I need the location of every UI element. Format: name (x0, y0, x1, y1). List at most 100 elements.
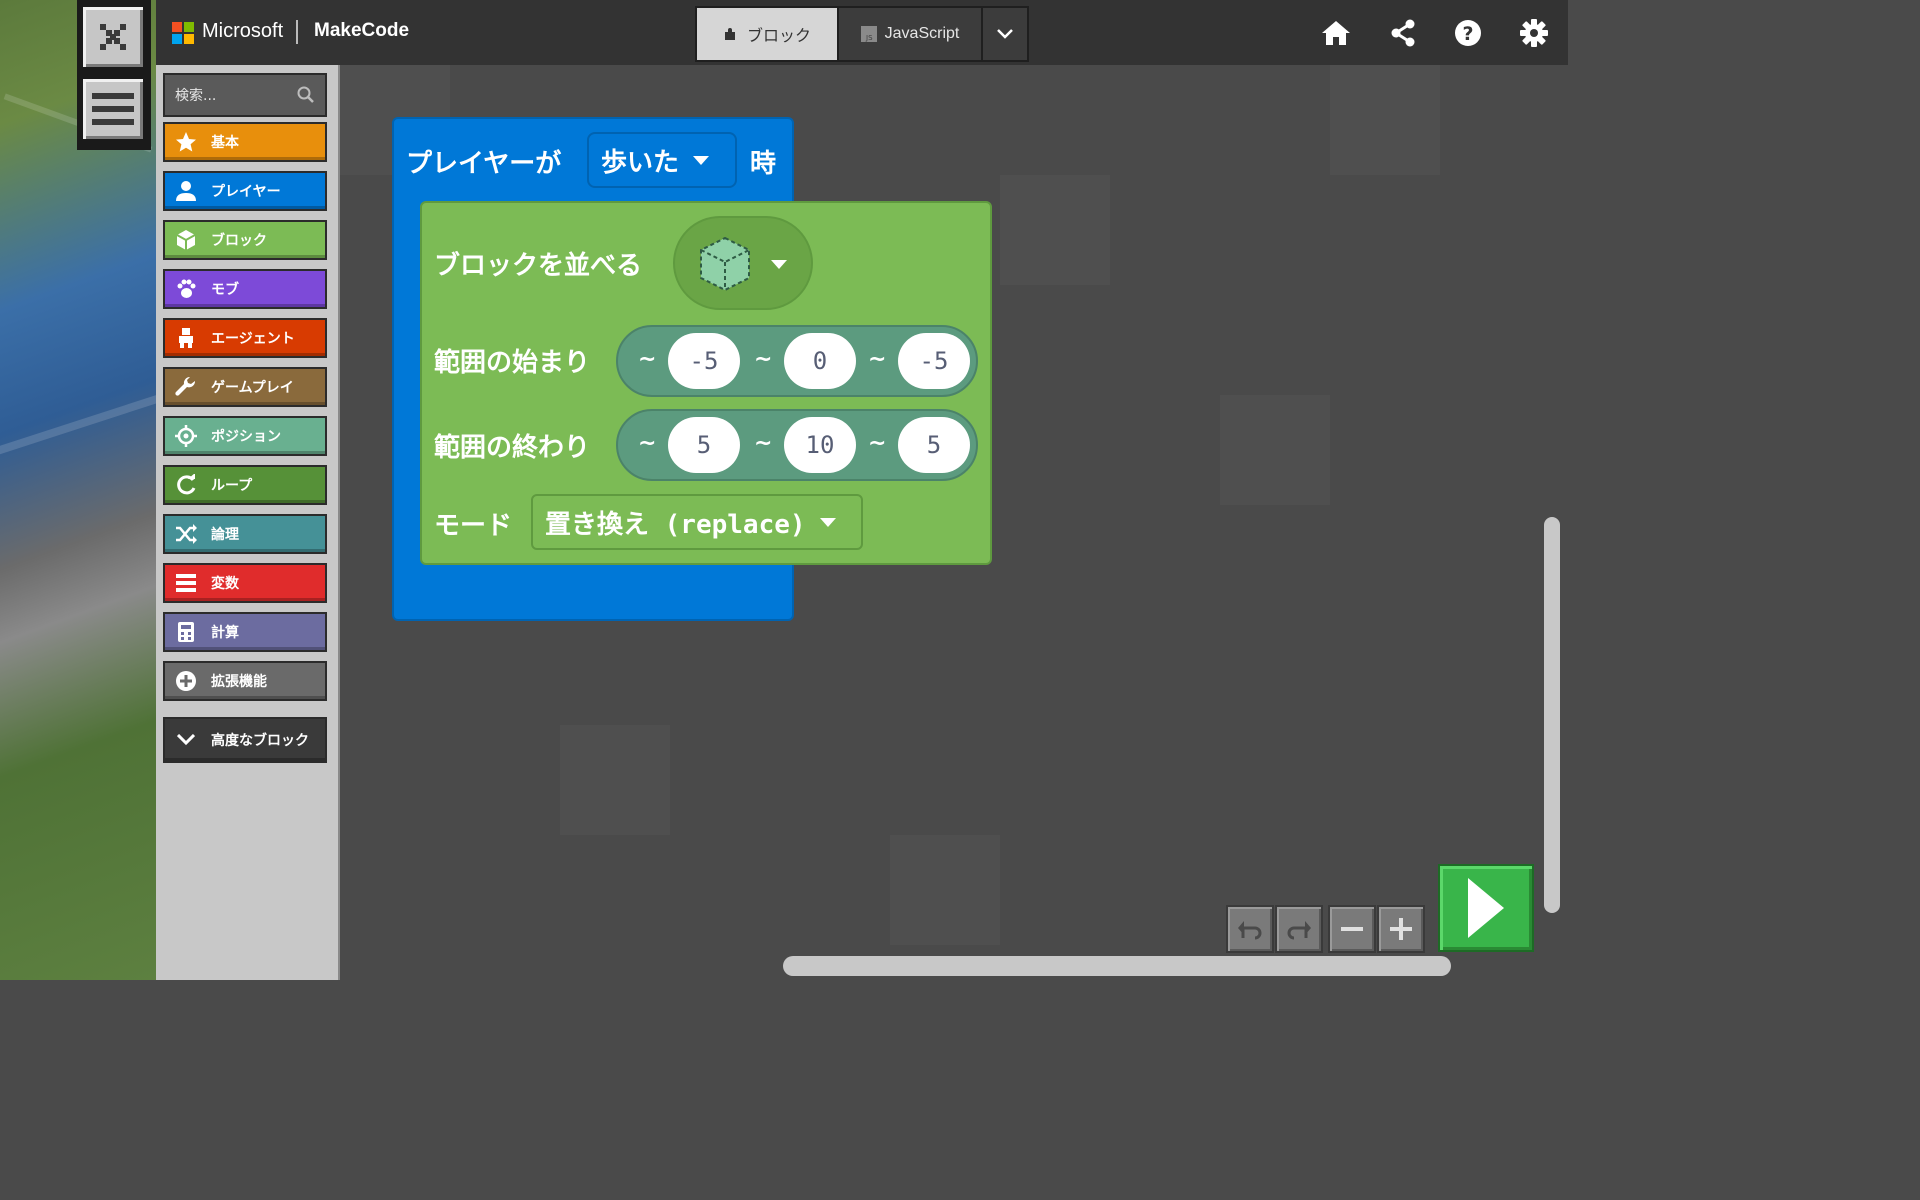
home-icon (1322, 21, 1350, 45)
minus-icon (1341, 927, 1363, 931)
help-icon: ? (1455, 20, 1481, 46)
play-icon (1468, 878, 1504, 938)
game-menu-button[interactable] (80, 76, 146, 142)
category-mobs[interactable]: モブ (163, 269, 327, 309)
close-editor-button[interactable] (80, 4, 146, 70)
category-label: エージェント (211, 331, 295, 347)
settings-button[interactable] (1517, 16, 1551, 50)
loop-icon (175, 474, 197, 496)
vertical-scrollbar[interactable] (1544, 517, 1560, 913)
fill-title-label: ブロックを並べる (434, 251, 643, 281)
range-to-label: 範囲の終わり (434, 433, 591, 463)
dropdown-caret-icon (819, 517, 836, 527)
grid-tile (1000, 175, 1110, 285)
to-y-input[interactable]: 10 (784, 417, 856, 473)
relative-tilde: ~ (754, 431, 773, 456)
calculator-icon (175, 621, 197, 643)
block-type-dropdown[interactable] (673, 216, 813, 310)
tab-javascript-label: JavaScript (884, 25, 960, 42)
category-extensions[interactable]: 拡張機能 (163, 661, 327, 701)
from-z-input[interactable]: -5 (898, 333, 970, 389)
close-icon (100, 24, 126, 50)
help-button[interactable]: ? (1451, 16, 1485, 50)
agent-icon (175, 327, 197, 349)
javascript-icon: JS (860, 26, 877, 42)
range-from-position[interactable]: ~ -5 ~ 0 ~ -5 (616, 325, 978, 397)
mode-label: モード (434, 511, 513, 541)
puzzle-icon (724, 28, 735, 40)
chevron-down-icon (175, 729, 197, 751)
movement-dropdown[interactable]: 歩いた (587, 132, 737, 188)
category-label: プレイヤー (211, 184, 281, 200)
search-box (163, 73, 327, 117)
dropdown-caret-icon (771, 260, 787, 269)
category-basic[interactable]: 基本 (163, 122, 327, 162)
gear-icon (1520, 19, 1548, 47)
category-math[interactable]: 計算 (163, 612, 327, 652)
brand-makecode[interactable]: MakeCode (314, 20, 409, 42)
zoom-out-button[interactable] (1328, 905, 1376, 953)
category-positions[interactable]: ポジション (163, 416, 327, 456)
relative-tilde: ~ (638, 347, 657, 372)
category-label: モブ (211, 282, 239, 298)
share-icon (1391, 19, 1415, 47)
tab-blocks[interactable]: ブロック (697, 8, 839, 60)
grid-tile (1220, 395, 1330, 505)
brand-microsoft: Microsoft (202, 20, 284, 42)
from-y-input[interactable]: 0 (784, 333, 856, 389)
paw-icon (175, 278, 197, 300)
category-advanced[interactable]: 高度なブロック (163, 717, 327, 763)
chevron-down-icon (997, 29, 1013, 39)
category-player[interactable]: プレイヤー (163, 171, 327, 211)
category-gameplay[interactable]: ゲームプレイ (163, 367, 327, 407)
relative-tilde: ~ (638, 431, 657, 456)
shuffle-icon (175, 523, 197, 545)
to-x-input[interactable]: 5 (668, 417, 740, 473)
share-button[interactable] (1386, 16, 1420, 50)
person-icon (175, 180, 197, 202)
category-label: ブロック (211, 233, 267, 249)
blocks-workspace[interactable]: プレイヤーが 歩いた 時 ブロックを並べる 範囲の始まり ~ -5 ~ 0 ~ … (340, 65, 1568, 980)
from-x-input[interactable]: -5 (668, 333, 740, 389)
plus-icon (1390, 918, 1412, 940)
to-z-input[interactable]: 5 (898, 417, 970, 473)
search-icon[interactable] (297, 86, 315, 104)
zoom-in-button[interactable] (1377, 905, 1425, 953)
grid-tile (890, 835, 1000, 945)
horizontal-scrollbar[interactable] (783, 956, 1451, 976)
category-blocks[interactable]: ブロック (163, 220, 327, 260)
category-logic[interactable]: 論理 (163, 514, 327, 554)
star-icon (175, 131, 197, 153)
category-label: 計算 (211, 625, 239, 641)
microsoft-logo-icon (172, 22, 194, 44)
fill-mode-value: 置き換え (replace) (545, 509, 806, 540)
tab-more-dropdown[interactable] (983, 8, 1027, 60)
category-variables[interactable]: 変数 (163, 563, 327, 603)
category-label: ポジション (211, 429, 281, 445)
crosshair-icon (175, 425, 197, 447)
home-button[interactable] (1319, 16, 1353, 50)
category-label: 拡張機能 (211, 674, 267, 690)
undo-button[interactable] (1226, 905, 1274, 953)
category-loops[interactable]: ループ (163, 465, 327, 505)
cube-icon (175, 229, 197, 251)
grid-tile (560, 725, 670, 835)
category-label: 高度なブロック (211, 733, 309, 749)
search-input[interactable] (173, 83, 297, 109)
relative-tilde: ~ (868, 431, 887, 456)
category-label: ループ (211, 478, 253, 494)
movement-dropdown-value: 歩いた (601, 147, 680, 178)
undo-icon (1238, 921, 1262, 940)
range-to-position[interactable]: ~ 5 ~ 10 ~ 5 (616, 409, 978, 481)
tab-javascript[interactable]: JS JavaScript (839, 8, 983, 60)
fill-mode-dropdown[interactable]: 置き換え (replace) (531, 494, 863, 550)
redo-button[interactable] (1275, 905, 1323, 953)
run-code-button[interactable] (1438, 864, 1534, 952)
category-agent[interactable]: エージェント (163, 318, 327, 358)
grid-tile (1330, 65, 1440, 175)
header-bar: Microsoft MakeCode ブロック JS JavaScript ? (156, 0, 1568, 65)
tab-blocks-label: ブロック (746, 28, 811, 45)
range-from-label: 範囲の始まり (434, 348, 591, 378)
dropdown-caret-icon (693, 155, 710, 165)
brand-separator (296, 20, 298, 44)
